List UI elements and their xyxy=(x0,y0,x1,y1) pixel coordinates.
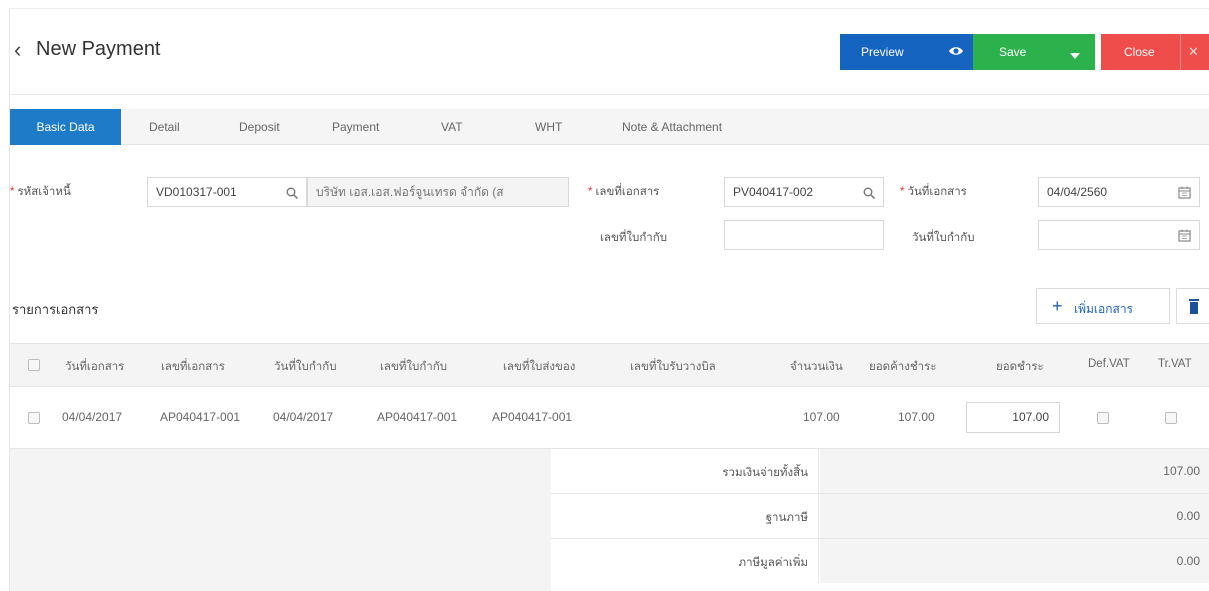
column-header: เลขที่ใบส่งของ xyxy=(503,361,576,373)
column-header: วันที่เอกสาร xyxy=(65,361,125,373)
delete-document-button[interactable] xyxy=(1176,288,1209,324)
preview-button[interactable]: Preview xyxy=(840,34,973,70)
table-row[interactable]: 04/04/2017 AP040417-001 04/04/2017 AP040… xyxy=(10,387,1209,449)
cell-invoice-date: 04/04/2017 xyxy=(273,410,334,424)
eye-icon xyxy=(948,43,964,59)
preview-button-label: Preview xyxy=(861,45,904,59)
tab-basic-data[interactable]: Basic Data xyxy=(10,109,121,145)
tab-note-attachment[interactable]: Note & Attachment xyxy=(622,109,722,145)
column-header: Def.VAT xyxy=(1088,358,1130,370)
doc-no-input[interactable]: PV040417-002 xyxy=(724,177,884,207)
tax-base-value: 0.00 xyxy=(1176,509,1200,523)
creditor-name-field: บริษัท เอส.เอส.ฟอร์จูนเทรด จำกัด (ส xyxy=(307,177,569,207)
column-header: เลขที่ใบรับวางบิล xyxy=(630,361,716,373)
trash-icon xyxy=(1189,299,1199,314)
invoice-date-label: วันที่ใบกำกับ xyxy=(912,232,975,244)
total-label: รวมเงินจ่ายทั้งสิ้น xyxy=(722,467,808,479)
cell-amount: 107.00 xyxy=(803,410,840,424)
save-button-label: Save xyxy=(999,45,1027,59)
cell-doc-no: AP040417-001 xyxy=(160,410,241,424)
tax-base-label: ฐานภาษี xyxy=(765,512,808,524)
tab-vat[interactable]: VAT xyxy=(441,109,463,145)
documents-section-title: รายการเอกสาร xyxy=(12,302,99,317)
tab-bar: Basic Data Detail Deposit Payment VAT WH… xyxy=(10,109,1209,145)
cell-delivery-no: AP040417-001 xyxy=(492,410,573,424)
column-header: เลขที่เอกสาร xyxy=(161,361,225,373)
doc-date-label: * วันที่เอกสาร xyxy=(900,186,967,198)
close-button-label: Close xyxy=(1124,45,1155,59)
tab-wht[interactable]: WHT xyxy=(535,109,562,145)
search-icon[interactable] xyxy=(286,178,298,206)
button-divider xyxy=(1180,34,1181,70)
creditor-code-label: * รหัสเจ้าหนี้ xyxy=(10,186,71,198)
creditor-code-input[interactable]: VD010317-001 xyxy=(147,177,307,207)
tab-deposit[interactable]: Deposit xyxy=(239,109,280,145)
payment-form-window: ‹ New Payment Preview Save Close ✕ Basic… xyxy=(9,8,1209,591)
payment-amount-input[interactable]: 107.00 xyxy=(966,402,1060,433)
documents-table-header: วันที่เอกสาร เลขที่เอกสาร วันที่ใบกำกับ … xyxy=(10,343,1209,387)
column-header: จำนวนเงิน xyxy=(790,361,843,373)
page-title: New Payment xyxy=(36,38,161,60)
tab-payment[interactable]: Payment xyxy=(332,109,379,145)
doc-date-input[interactable]: 04/04/2560 xyxy=(1038,177,1200,207)
calendar-icon[interactable] xyxy=(1178,178,1191,206)
save-button[interactable]: Save xyxy=(973,34,1095,70)
column-header: วันที่ใบกำกับ xyxy=(274,361,337,373)
summary-total-row: รวมเงินจ่ายทั้งสิ้น 107.00 xyxy=(551,449,1209,494)
cell-outstanding: 107.00 xyxy=(898,410,935,424)
cell-invoice-no: AP040417-001 xyxy=(377,410,458,424)
summary-tax-base-row: ฐานภาษี 0.00 xyxy=(551,494,1209,539)
close-icon[interactable]: ✕ xyxy=(1188,44,1199,60)
invoice-no-label: เลขที่ใบกำกับ xyxy=(600,232,668,244)
invoice-date-input[interactable] xyxy=(1038,220,1200,250)
summary-vat-row: ภาษีมูลค่าเพิ่ม 0.00 xyxy=(551,539,1209,584)
caret-down-icon[interactable] xyxy=(1070,48,1080,62)
row-checkbox[interactable] xyxy=(28,412,40,424)
vat-label: ภาษีมูลค่าเพิ่ม xyxy=(738,557,809,569)
def-vat-checkbox[interactable] xyxy=(1097,412,1109,424)
tab-detail[interactable]: Detail xyxy=(149,109,180,145)
vat-value: 0.00 xyxy=(1176,554,1200,568)
calendar-icon[interactable] xyxy=(1178,221,1191,249)
column-header: ยอดค้างชำระ xyxy=(869,361,937,373)
back-chevron-icon[interactable]: ‹ xyxy=(14,37,21,63)
page-header: ‹ New Payment Preview Save Close ✕ xyxy=(10,9,1209,95)
column-header: เลขที่ใบกำกับ xyxy=(380,361,448,373)
cell-doc-date: 04/04/2017 xyxy=(62,410,123,424)
plus-icon: + xyxy=(1052,296,1063,316)
add-document-label: เพิ่มเอกสาร xyxy=(1074,302,1134,316)
invoice-no-input[interactable] xyxy=(724,220,884,250)
total-value: 107.00 xyxy=(1163,464,1200,478)
select-all-checkbox[interactable] xyxy=(28,359,40,371)
column-header: ยอดชำระ xyxy=(996,361,1044,373)
tr-vat-checkbox[interactable] xyxy=(1165,412,1177,424)
summary-spacer xyxy=(10,449,551,591)
close-button[interactable]: Close ✕ xyxy=(1101,34,1209,70)
column-header: Tr.VAT xyxy=(1158,358,1192,370)
add-document-button[interactable]: + เพิ่มเอกสาร xyxy=(1036,288,1170,324)
search-icon[interactable] xyxy=(863,178,875,206)
doc-no-label: * เลขที่เอกสาร xyxy=(588,186,660,198)
